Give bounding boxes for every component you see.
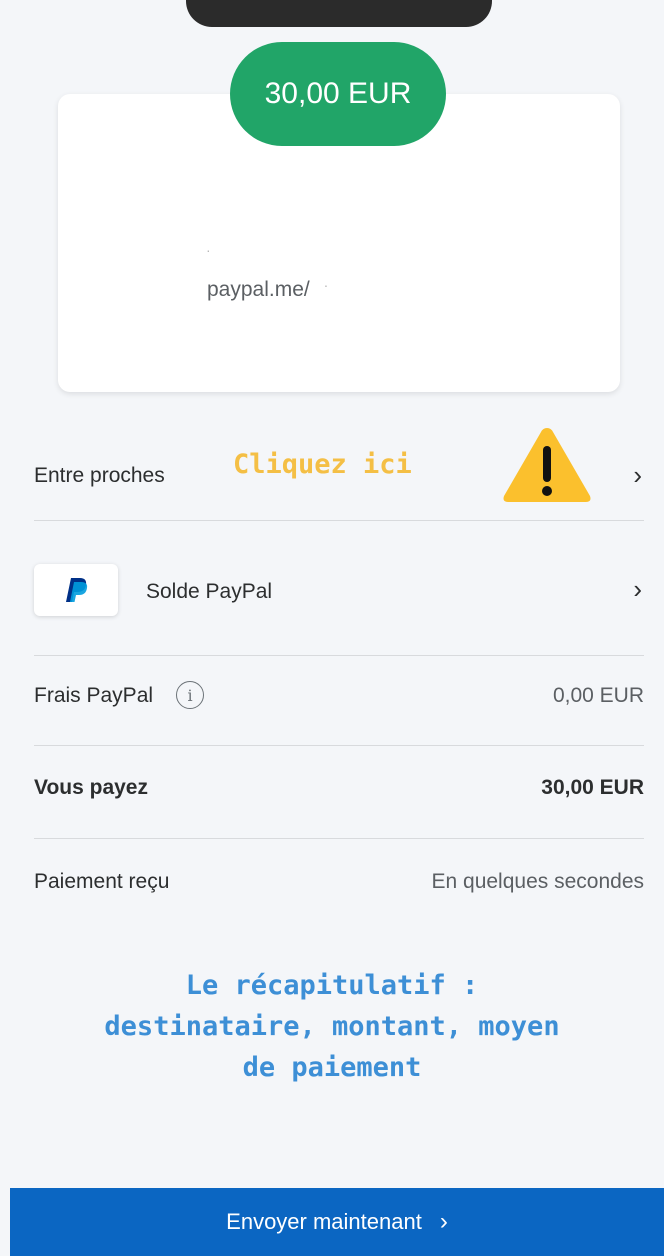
entre-proches-label: Entre proches — [34, 464, 165, 487]
total-label: Vous payez — [34, 776, 148, 799]
summary-line: de paiement — [242, 1052, 422, 1083]
received-value: En quelques secondes — [431, 870, 645, 893]
warning-icon — [503, 428, 591, 502]
recipient-link: paypal.me/ · — [207, 277, 328, 302]
info-icon[interactable]: i — [176, 681, 204, 709]
received-row: Paiement reçu En quelques secondes — [34, 868, 644, 898]
payment-source-row[interactable]: Solde PayPal › — [34, 572, 644, 616]
summary-line: Le récapitulatif : — [185, 970, 479, 1001]
fees-label: Frais PayPal — [34, 684, 154, 707]
summary-annotation: Le récapitulatif : destinataire, montant… — [0, 965, 664, 1088]
divider — [34, 655, 644, 656]
chevron-right-icon: › — [439, 1208, 448, 1235]
send-now-button[interactable]: Envoyer maintenant › — [10, 1188, 664, 1256]
send-now-label: Envoyer maintenant — [226, 1209, 422, 1234]
divider — [34, 838, 644, 839]
chevron-right-icon[interactable]: › — [633, 460, 642, 491]
divider — [34, 745, 644, 746]
recipient-text: paypal.me/ — [207, 278, 310, 301]
received-label: Paiement reçu — [34, 870, 170, 893]
info-icon-glyph: i — [187, 685, 193, 705]
summary-line: destinataire, montant, moyen — [104, 1011, 560, 1042]
amount-badge[interactable]: 30,00 EUR — [230, 42, 446, 146]
fees-value: 0,00 EUR — [552, 684, 644, 707]
total-value: 30,00 EUR — [541, 776, 644, 799]
redacted-mark: · — [206, 242, 211, 258]
total-row: Vous payez 30,00 EUR — [34, 774, 644, 804]
redacted-mark: · — [323, 277, 329, 293]
amount-text: 30,00 EUR — [264, 77, 412, 110]
cliquez-ici-annotation: Cliquez ici — [233, 449, 412, 480]
chevron-right-icon[interactable]: › — [633, 574, 642, 605]
phone-notch — [186, 0, 492, 27]
payment-source-label: Solde PayPal — [146, 580, 273, 603]
divider — [34, 520, 644, 521]
fees-row: Frais PayPal 0,00 EUR — [34, 682, 644, 712]
